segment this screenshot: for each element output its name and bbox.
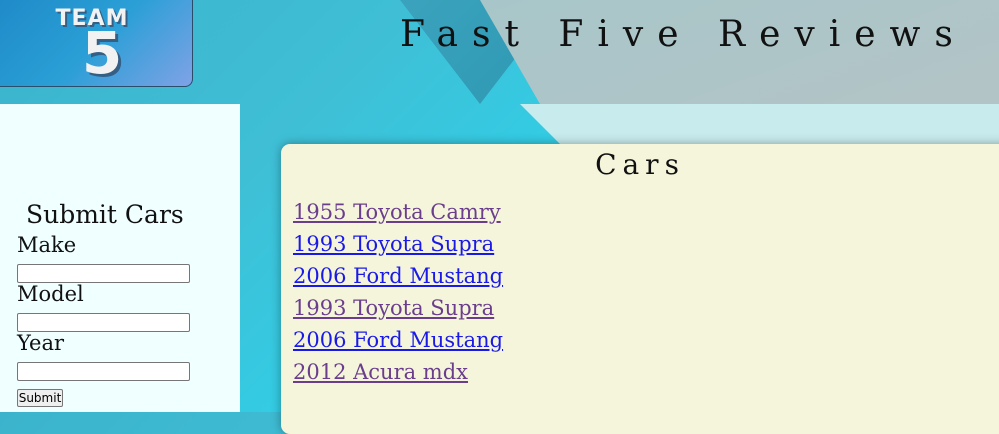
year-input[interactable] bbox=[17, 362, 190, 381]
make-label: Make bbox=[17, 233, 77, 257]
car-list-item: 2006 Ford Mustang bbox=[293, 260, 503, 292]
car-link[interactable]: 2006 Ford Mustang bbox=[293, 328, 503, 352]
logo-team-number: 5 bbox=[81, 19, 123, 87]
car-link[interactable]: 2012 Acura mdx bbox=[293, 360, 468, 384]
site-title: Fast Five Reviews bbox=[400, 14, 967, 55]
car-link[interactable]: 2006 Ford Mustang bbox=[293, 264, 503, 288]
model-label: Model bbox=[17, 282, 84, 306]
car-list-item: 2012 Acura mdx bbox=[293, 356, 503, 388]
cars-panel: Cars 1955 Toyota Camry 1993 Toyota Supra 2… bbox=[281, 144, 999, 434]
sidebar: Submit Cars Make Model Year Submit bbox=[0, 104, 240, 412]
site-header: TEAM 5 Fast Five Reviews bbox=[0, 0, 999, 104]
submit-button[interactable]: Submit bbox=[17, 389, 63, 407]
car-link[interactable]: 1955 Toyota Camry bbox=[293, 200, 501, 224]
make-input[interactable] bbox=[17, 264, 190, 283]
car-list: 1955 Toyota Camry 1993 Toyota Supra 2006 F… bbox=[293, 196, 503, 388]
car-link[interactable]: 1993 Toyota Supra bbox=[293, 232, 494, 256]
car-list-item: 1993 Toyota Supra bbox=[293, 228, 503, 260]
car-link[interactable]: 1993 Toyota Supra bbox=[293, 296, 494, 320]
form-title: Submit Cars bbox=[26, 200, 184, 229]
year-label: Year bbox=[17, 331, 65, 355]
cars-heading: Cars bbox=[595, 148, 685, 181]
car-list-item: 1955 Toyota Camry bbox=[293, 196, 503, 228]
model-input[interactable] bbox=[17, 313, 190, 332]
car-list-item: 2006 Ford Mustang bbox=[293, 324, 503, 356]
team-logo[interactable]: TEAM 5 bbox=[0, 0, 193, 87]
car-list-item: 1993 Toyota Supra bbox=[293, 292, 503, 324]
